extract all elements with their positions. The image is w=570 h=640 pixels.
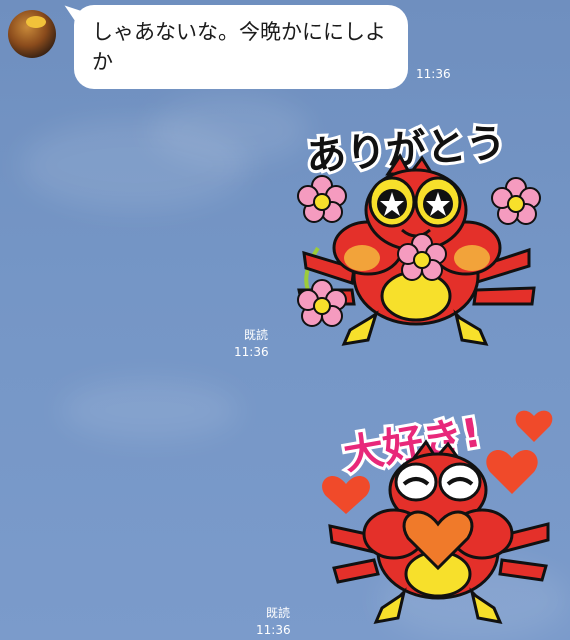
flower-icon	[297, 175, 347, 223]
sticker1-time: 11:36	[234, 345, 269, 359]
incoming-message-text: しゃあないな。今晩かににしよか	[92, 20, 386, 74]
sticker2-time: 11:36	[256, 623, 291, 637]
sticker-crab-daisuki[interactable]: 大好き!	[312, 396, 568, 634]
incoming-message-time: 11:36	[416, 67, 451, 81]
flower-icon	[491, 177, 541, 225]
heart-icon	[515, 410, 553, 442]
sticker2-read-label: 既読	[266, 606, 291, 620]
heart-icon	[486, 450, 538, 494]
sticker1-read-label: 既読	[244, 328, 269, 342]
background-cloud	[60, 380, 240, 440]
heart-icon	[322, 475, 370, 514]
sticker-crab-arigatou[interactable]: ありがとう	[284, 118, 564, 358]
sender-avatar[interactable]	[8, 10, 56, 58]
